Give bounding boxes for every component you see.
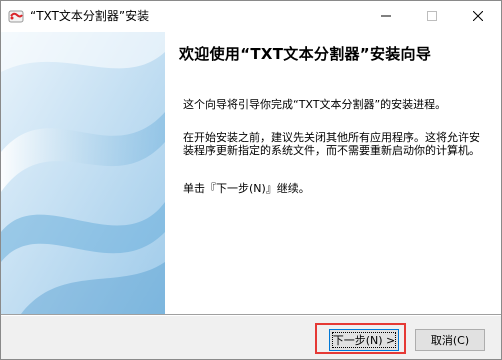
footer-divider-highlight bbox=[1, 315, 501, 316]
wizard-close-apps-text: 在开始安装之前，建议先关闭其他所有应用程序。这将允许安装程序更新指定的系统文件，… bbox=[183, 131, 480, 157]
wizard-page: 欢迎使用“TXT文本分割器”安装向导 这个向导将引导你完成“TXT文本分割器”的… bbox=[1, 32, 501, 314]
wizard-intro-text: 这个向导将引导你完成“TXT文本分割器”的安装进程。 bbox=[183, 98, 447, 111]
cancel-button-label: 取消(C) bbox=[430, 334, 470, 347]
close-button[interactable] bbox=[455, 1, 501, 31]
maximize-button[interactable] bbox=[409, 1, 455, 31]
installer-window: “TXT文本分割器”安装 欢迎使用“TXT文本分割器”安装向导 这个向导将引导你… bbox=[0, 0, 502, 360]
next-button-label: 下一步(N) > bbox=[332, 334, 396, 347]
installer-app-icon bbox=[8, 10, 24, 23]
maximize-icon bbox=[427, 11, 437, 21]
minimize-button[interactable] bbox=[363, 1, 409, 31]
wizard-heading: 欢迎使用“TXT文本分割器”安装向导 bbox=[179, 45, 432, 63]
title-bar[interactable]: “TXT文本分割器”安装 bbox=[1, 1, 501, 32]
wizard-side-banner-art bbox=[1, 32, 165, 314]
window-title: “TXT文本分割器”安装 bbox=[30, 9, 150, 23]
cancel-button[interactable]: 取消(C) bbox=[415, 329, 485, 351]
minimize-icon bbox=[381, 15, 391, 17]
wizard-continue-hint: 单击『下一步(N)』继续。 bbox=[183, 182, 310, 195]
close-icon bbox=[473, 11, 483, 21]
next-button[interactable]: 下一步(N) > bbox=[329, 329, 399, 351]
